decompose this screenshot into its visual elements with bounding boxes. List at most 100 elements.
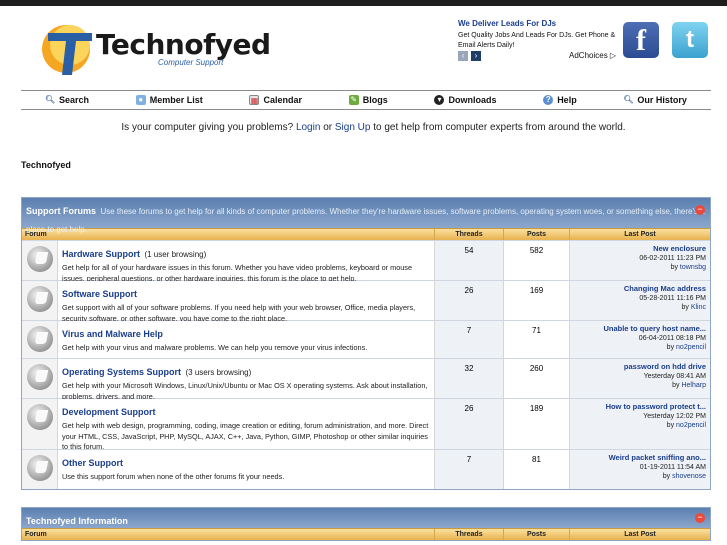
author-link[interactable]: townsbg	[680, 264, 706, 271]
by-label: by	[670, 264, 678, 271]
table-row: Other Support Use this support forum whe…	[22, 449, 710, 489]
downloads-icon: ▾	[434, 95, 445, 105]
login-prompt: Is your computer giving you problems? Lo…	[0, 122, 727, 133]
signup-link[interactable]: Sign Up	[335, 122, 371, 133]
nav-help[interactable]: ? Help	[543, 95, 577, 105]
last-post: How to password protect t... Yesterday 1…	[569, 399, 710, 449]
thread-count: 32	[434, 359, 503, 398]
forum-info: Operating Systems Support (3 users brows…	[58, 359, 434, 401]
forum-title-link[interactable]: Software Support	[62, 289, 137, 299]
last-post-link[interactable]: Weird packet sniffing ano...	[574, 453, 706, 462]
calendar-icon: ▦	[249, 95, 260, 105]
magnifier-icon: 🔍︎	[45, 95, 56, 104]
last-post-link[interactable]: Changing Mac address	[574, 284, 706, 293]
forum-status-cell	[22, 281, 58, 320]
nav-blogs[interactable]: ✎ Blogs	[348, 95, 388, 105]
logo-subtitle: Computer Support	[158, 58, 224, 67]
forum-info: Software Support Get support with all of…	[58, 281, 434, 323]
forum-title-link[interactable]: Hardware Support	[62, 249, 140, 259]
facebook-icon[interactable]: f	[623, 22, 659, 58]
col-posts: Posts	[503, 229, 569, 240]
section-title[interactable]: Support Forums	[26, 206, 96, 216]
collapse-icon[interactable]: −	[695, 205, 705, 215]
prompt-text: Is your computer giving you problems?	[121, 122, 294, 133]
ad-next-icon[interactable]: ›	[471, 51, 481, 61]
forum-info: Other Support Use this support forum whe…	[58, 450, 434, 489]
last-post: password on hdd drive Yesterday 08:41 AM…	[569, 359, 710, 398]
author-link[interactable]: Helharp	[681, 382, 706, 389]
nav-label: Downloads	[448, 95, 497, 105]
nav-our-history[interactable]: 🔍︎ Our History	[623, 95, 687, 105]
nav-calendar[interactable]: ▦ Calendar	[249, 95, 302, 105]
last-post-date: Yesterday 08:41 AM	[643, 373, 706, 380]
nav-member-list[interactable]: ● Member List	[135, 95, 203, 105]
adchoices-label: AdChoices	[569, 51, 608, 60]
nav-label: Our History	[637, 95, 687, 105]
author-link[interactable]: shovenose	[672, 473, 706, 480]
column-headers: Forum Threads Posts Last Post	[22, 228, 710, 240]
collapse-icon[interactable]: −	[695, 513, 705, 523]
forum-description: Get help with web design, programming, c…	[62, 421, 429, 451]
table-row: Virus and Malware Help Get help with you…	[22, 320, 710, 358]
last-post-author: by no2pencil	[574, 344, 706, 351]
thread-count: 26	[434, 399, 503, 449]
author-link[interactable]: Klinc	[691, 304, 706, 311]
site-logo[interactable]: Technofyed Computer Support	[38, 19, 271, 79]
prompt-text: to get help from computer experts from a…	[373, 122, 626, 133]
forum-title-link[interactable]: Other Support	[62, 458, 123, 468]
twitter-icon[interactable]: t	[672, 22, 708, 58]
forum-status-cell	[22, 241, 58, 280]
last-post-author: by townsbg	[574, 264, 706, 271]
logo-text: Technofyed	[96, 28, 271, 61]
last-post-link[interactable]: password on hdd drive	[574, 362, 706, 371]
last-post-date: 06-02-2011 11:23 PM	[639, 255, 706, 262]
adchoices-link[interactable]: AdChoices ▷	[569, 51, 616, 60]
forum-status-icon	[26, 326, 53, 352]
last-post-author: by Helharp	[574, 382, 706, 389]
last-post-link[interactable]: How to password protect t...	[574, 402, 706, 411]
last-post-author: by Klinc	[574, 304, 706, 311]
prompt-or: or	[323, 122, 333, 133]
col-forum: Forum	[25, 531, 47, 538]
section-title[interactable]: Technofyed Information	[26, 516, 128, 526]
forum-title-link[interactable]: Operating Systems Support	[62, 367, 181, 377]
support-forums-table: Support Forums Use these forums to get h…	[21, 197, 711, 490]
browsing-count: (3 users browsing)	[185, 368, 252, 377]
nav-search[interactable]: 🔍︎ Search	[45, 95, 89, 105]
last-post: Unable to query host name... 06-04-2011 …	[569, 321, 710, 358]
forum-title-link[interactable]: Development Support	[62, 407, 156, 417]
login-link[interactable]: Login	[296, 122, 320, 133]
nav-label: Blogs	[362, 95, 388, 105]
ad-nav: ‹ ›	[458, 51, 481, 61]
column-headers: Forum Threads Posts Last Post	[22, 528, 710, 540]
author-link[interactable]: no2pencil	[676, 344, 706, 351]
col-threads: Threads	[434, 229, 503, 240]
forum-title-link[interactable]: Virus and Malware Help	[62, 329, 163, 339]
by-label: by	[666, 344, 675, 351]
col-posts: Posts	[503, 529, 569, 540]
thread-count: 7	[434, 450, 503, 489]
last-post-date: Yesterday 12:02 PM	[643, 413, 706, 420]
col-last-post: Last Post	[569, 529, 710, 540]
ad-prev-icon[interactable]: ‹	[458, 51, 468, 61]
nav-downloads[interactable]: ▾ Downloads	[434, 95, 496, 105]
main-nav: 🔍︎ Search ● Member List ▦ Calendar ✎ Blogs ▾…	[21, 90, 711, 110]
last-post-link[interactable]: Unable to query host name...	[574, 324, 706, 333]
ad-block[interactable]: We Deliver Leads For DJs Get Quality Job…	[458, 19, 620, 61]
browsing-count: (1 user browsing)	[144, 250, 207, 259]
last-post-author: by shovenose	[574, 473, 706, 480]
last-post-link[interactable]: New enclosure	[574, 244, 706, 253]
author-link[interactable]: no2pencil	[676, 422, 706, 429]
information-header: Technofyed Information −	[22, 508, 710, 528]
ad-title[interactable]: We Deliver Leads For DJs	[458, 19, 620, 28]
forum-status-cell	[22, 359, 58, 398]
information-table: Technofyed Information − Forum Threads P…	[21, 507, 711, 541]
forum-status-icon	[26, 364, 53, 390]
last-post: Changing Mac address 05-28-2011 11:16 PM…	[569, 281, 710, 320]
table-row: Software Support Get support with all of…	[22, 280, 710, 323]
nav-label: Help	[557, 95, 577, 105]
post-count: 260	[503, 359, 569, 398]
nav-label: Member List	[149, 95, 203, 105]
breadcrumb[interactable]: Technofyed	[21, 160, 71, 170]
forum-info: Development Support Get help with web de…	[58, 399, 434, 451]
